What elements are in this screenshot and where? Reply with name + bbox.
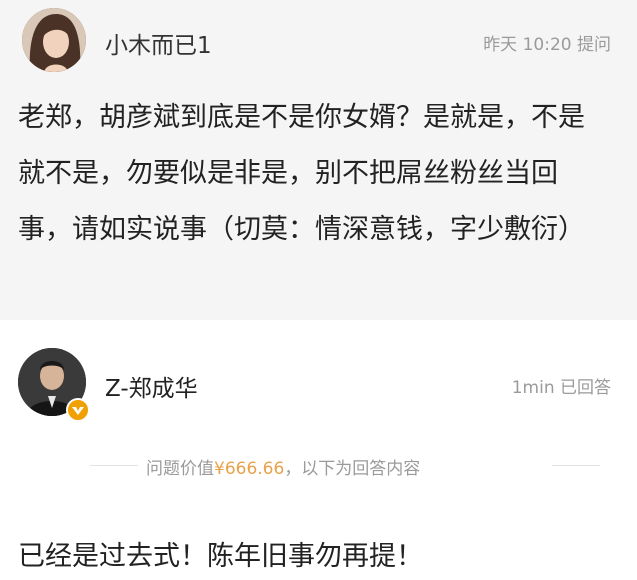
answer-status: 已回答 [560, 378, 611, 398]
question-time: 昨天 10:20 [483, 35, 572, 55]
question-meta: 昨天 10:20 提问 [483, 30, 611, 55]
question-value-divider: 问题价值¥666.66，以下为回答内容 [90, 454, 600, 479]
question-price: ¥666.66 [214, 459, 285, 479]
question-value-suffix: ，以下为回答内容 [284, 459, 421, 479]
answer-meta: 1min 已回答 [512, 373, 611, 398]
asker-avatar[interactable] [22, 8, 86, 72]
asker-name[interactable]: 小木而已1 [105, 26, 212, 60]
divider-line-right [552, 465, 600, 466]
answerer-name[interactable]: Z-郑成华 [105, 369, 198, 403]
verified-badge-icon [66, 398, 90, 422]
divider-line-left [90, 465, 138, 466]
answer-text: 已经是过去式！陈年旧事勿再提！ [18, 541, 423, 572]
question-value-prefix: 问题价值 [146, 459, 214, 479]
question-value-text: 问题价值¥666.66，以下为回答内容 [146, 454, 420, 479]
question-card: 小木而已1 昨天 10:20 提问 老郑，胡彦斌到底是不是你女婿？是就是，不是就… [0, 0, 637, 320]
question-action: 提问 [577, 35, 611, 55]
answer-time: 1min [511, 378, 555, 398]
question-text: 老郑，胡彦斌到底是不是你女婿？是就是，不是就不是，勿要似是非是，别不把屌丝粉丝当… [18, 102, 585, 245]
